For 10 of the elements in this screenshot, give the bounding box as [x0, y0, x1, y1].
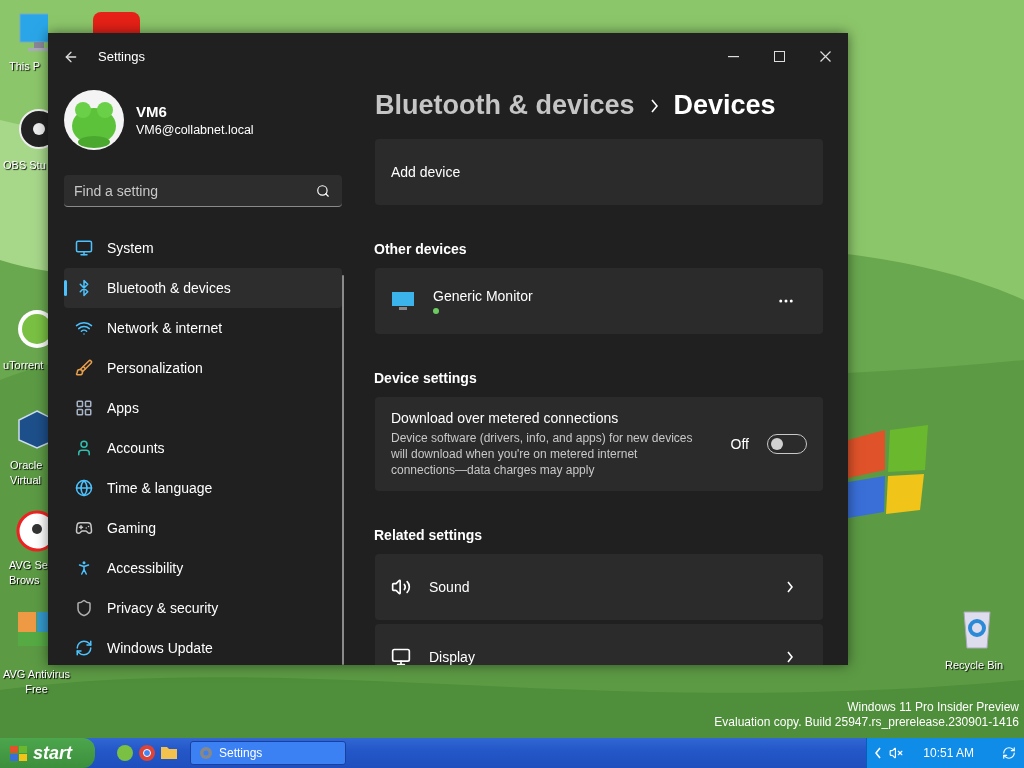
- start-button[interactable]: start: [0, 738, 95, 768]
- browser-icon[interactable]: [139, 745, 155, 761]
- taskbar-button[interactable]: Settings: [190, 741, 346, 765]
- folder-icon[interactable]: [161, 746, 178, 760]
- flag-icon: [10, 745, 27, 761]
- refresh-icon[interactable]: [1002, 746, 1016, 760]
- gear-icon: [199, 746, 213, 760]
- chevron-icon: [875, 747, 882, 759]
- speaker-muted-icon[interactable]: [889, 746, 904, 760]
- clock: 10:51 AM: [923, 746, 974, 760]
